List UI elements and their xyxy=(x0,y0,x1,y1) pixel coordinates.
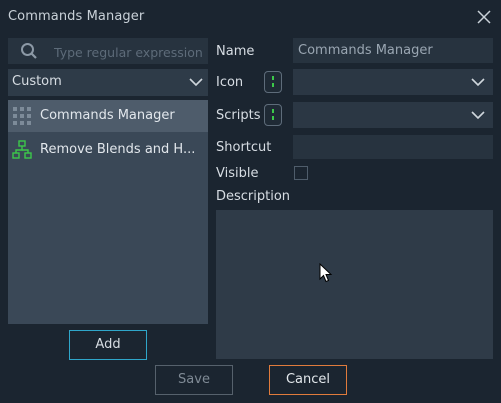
search-icon xyxy=(21,43,37,59)
list-item-label: Commands Manager xyxy=(40,108,175,123)
icon-dropdown[interactable] xyxy=(293,69,493,95)
scripts-label: Scripts xyxy=(216,108,261,123)
commands-manager-dialog: Commands Manager Custom Commands Mana xyxy=(0,0,501,403)
hierarchy-icon xyxy=(12,140,32,159)
commands-list[interactable]: Commands Manager Remove Blends and H... xyxy=(8,100,208,324)
list-item-commands-manager[interactable]: Commands Manager xyxy=(8,100,208,132)
category-dropdown[interactable]: Custom xyxy=(8,69,208,96)
save-button[interactable]: Save xyxy=(155,365,233,395)
name-field-value: Commands Manager xyxy=(298,43,433,58)
bar-icon xyxy=(272,76,274,87)
scripts-edit-button[interactable] xyxy=(264,104,282,126)
list-item-label: Remove Blends and H... xyxy=(40,142,196,157)
chevron-down-icon xyxy=(189,78,203,87)
icon-edit-button[interactable] xyxy=(264,71,282,93)
mouse-pointer-icon xyxy=(319,263,333,283)
window-title: Commands Manager xyxy=(8,9,145,24)
close-icon[interactable] xyxy=(476,9,492,25)
name-field[interactable]: Commands Manager xyxy=(293,38,493,63)
visible-checkbox[interactable] xyxy=(294,166,308,180)
shortcut-field[interactable] xyxy=(293,135,493,159)
shortcut-label: Shortcut xyxy=(216,140,272,155)
scripts-dropdown[interactable] xyxy=(293,102,493,128)
list-item-remove-blends[interactable]: Remove Blends and H... xyxy=(8,134,208,166)
add-button[interactable]: Add xyxy=(69,330,147,360)
cancel-button[interactable]: Cancel xyxy=(269,365,347,395)
name-label: Name xyxy=(216,44,255,59)
grid-icon xyxy=(13,107,31,125)
chevron-down-icon xyxy=(471,78,485,87)
search-input[interactable] xyxy=(52,41,208,63)
icon-label: Icon xyxy=(216,75,244,90)
visible-label: Visible xyxy=(216,166,259,181)
search-box xyxy=(8,38,208,64)
description-label: Description xyxy=(216,189,291,204)
description-textarea[interactable] xyxy=(216,210,493,359)
category-dropdown-value: Custom xyxy=(12,74,62,89)
chevron-down-icon xyxy=(471,111,485,120)
bar-icon xyxy=(272,109,274,120)
